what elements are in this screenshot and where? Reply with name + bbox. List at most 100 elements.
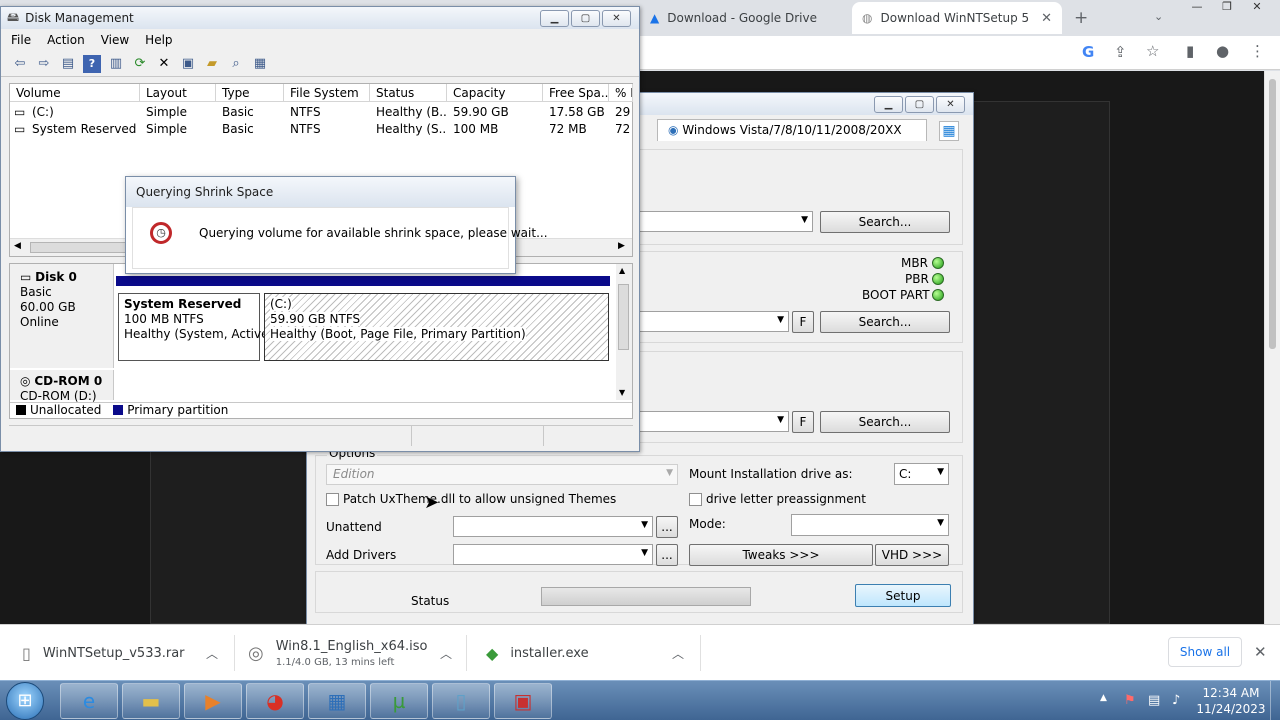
chevron-up-icon[interactable]: ︿ (440, 645, 452, 662)
chrome-tab-google-drive[interactable]: ▲ Download - Google Drive (640, 2, 850, 34)
mode-combo[interactable]: ▼ (791, 514, 949, 536)
column-header-file-system[interactable]: File System (284, 84, 370, 102)
partition-c[interactable]: (C:) 59.90 GB NTFS Healthy (Boot, Page F… (264, 293, 609, 361)
minimize-icon[interactable]: ▁ (540, 10, 569, 27)
show-hidden-icons-icon[interactable]: ▲ (1100, 693, 1107, 703)
chrome-tab-winntsetup[interactable]: ◍ Download WinNTSetup 5.3 ✕ (852, 2, 1062, 34)
download-item-win81-iso[interactable]: ◎ Win8.1_English_x64.iso 1.1/4.0 GB, 13 … (248, 625, 448, 681)
start-button[interactable]: ⊞ (6, 682, 44, 720)
delete-icon[interactable]: ✕ (155, 55, 173, 73)
new-tab-button[interactable]: + (1074, 8, 1088, 28)
new-volume-icon[interactable]: ▣ (179, 55, 197, 73)
column-header-percent-free[interactable]: % F (609, 84, 633, 102)
disk-0-label[interactable]: ▭ Disk 0 Basic 60.00 GB Online (10, 264, 114, 368)
column-header-free-space[interactable]: Free Spa... (543, 84, 609, 102)
restore-icon[interactable]: ❐ (1212, 0, 1242, 18)
column-header-type[interactable]: Type (216, 84, 284, 102)
search-button-3[interactable]: Search... (820, 411, 950, 433)
table-row[interactable]: ▭ (C:) Simple Basic NTFS Healthy (B... 5… (10, 104, 632, 121)
menu-help[interactable]: Help (145, 33, 172, 47)
menu-view[interactable]: View (101, 33, 129, 47)
chevron-up-icon[interactable]: ︿ (206, 645, 218, 662)
utorrent-icon[interactable]: µ (370, 683, 428, 719)
show-desktop-button[interactable] (1270, 681, 1280, 720)
close-tab-icon[interactable]: ✕ (1041, 11, 1052, 26)
search-button-1[interactable]: Search... (820, 211, 950, 233)
control-panel-icon[interactable]: ▦ (308, 683, 366, 719)
maximize-icon[interactable]: ▢ (571, 10, 600, 27)
table-row[interactable]: ▭ System Reserved Simple Basic NTFS Heal… (10, 121, 632, 138)
minimize-icon[interactable]: ▁ (874, 96, 903, 113)
cdrom-label[interactable]: ◎ CD-ROM 0 CD-ROM (D:) (10, 370, 114, 403)
maximize-icon[interactable]: ▢ (905, 96, 934, 113)
download-item-installer[interactable]: ◆ installer.exe (486, 625, 666, 681)
scrollbar-thumb[interactable] (618, 284, 629, 350)
disk-management-taskbar-icon[interactable]: ▣ (494, 683, 552, 719)
network-icon[interactable]: ▤ (1148, 693, 1160, 708)
partition-system-reserved[interactable]: System Reserved 100 MB NTFS Healthy (Sys… (118, 293, 272, 361)
chevron-up-icon[interactable]: ︿ (672, 645, 684, 662)
action-center-icon[interactable]: ⚑ (1124, 693, 1136, 708)
menu-action[interactable]: Action (47, 33, 85, 47)
tab-windows-vista[interactable]: ◉ Windows Vista/7/8/10/11/2008/20XX (657, 119, 927, 141)
back-arrow-icon[interactable]: ⇦ (11, 55, 29, 73)
search-button-2[interactable]: Search... (820, 311, 950, 333)
search-icon[interactable]: ⌕ (227, 55, 245, 73)
drive-letter-checkbox[interactable] (689, 493, 702, 506)
edition-combo[interactable]: Edition ▼ (326, 464, 678, 485)
volume-icon[interactable]: ♪ (1172, 693, 1180, 708)
vertical-scrollbar[interactable]: ▲ ▼ (616, 264, 632, 400)
scroll-left-icon[interactable]: ◀ (14, 241, 21, 251)
forward-arrow-icon[interactable]: ⇨ (35, 55, 53, 73)
file-explorer-icon[interactable]: ▬ (122, 683, 180, 719)
profile-icon[interactable]: ● (1216, 42, 1229, 60)
bookmark-star-icon[interactable]: ☆ (1146, 42, 1159, 60)
tweaks-button[interactable]: Tweaks >>> (689, 544, 873, 566)
close-icon[interactable]: ✕ (602, 10, 631, 27)
tab-search-icon[interactable]: ⌄ (1154, 10, 1163, 23)
share-icon[interactable]: ⇪ (1114, 43, 1127, 61)
page-scrollbar[interactable] (1264, 71, 1280, 624)
unattend-combo[interactable]: ▼ (453, 516, 653, 537)
close-download-bar-icon[interactable]: ✕ (1254, 643, 1267, 661)
column-header-capacity[interactable]: Capacity (447, 84, 543, 102)
scrollbar-thumb[interactable] (30, 242, 130, 253)
scroll-down-icon[interactable]: ▼ (619, 388, 625, 397)
vhd-button[interactable]: VHD >>> (875, 544, 949, 566)
properties-icon[interactable]: ▥ (107, 55, 125, 73)
media-player-icon[interactable]: ▶ (184, 683, 242, 719)
show-hide-tree-icon[interactable]: ▤ (59, 55, 77, 73)
open-folder-icon[interactable]: ▰ (203, 55, 221, 73)
patch-uxtheme-checkbox[interactable] (326, 493, 339, 506)
menu-icon[interactable]: ⋮ (1250, 42, 1265, 60)
scrollbar-thumb[interactable] (1269, 79, 1276, 349)
close-icon[interactable]: ✕ (936, 96, 965, 113)
scroll-right-icon[interactable]: ▶ (618, 241, 625, 251)
windows-logo-icon[interactable]: ▦ (939, 121, 959, 141)
scroll-up-icon[interactable]: ▲ (619, 266, 625, 275)
google-icon[interactable]: G (1082, 43, 1094, 61)
column-header-volume[interactable]: Volume (10, 84, 140, 102)
format-install-button[interactable]: F (792, 411, 814, 433)
internet-explorer-icon[interactable]: e (60, 683, 118, 719)
close-icon[interactable]: ✕ (1242, 0, 1272, 18)
unattend-browse-button[interactable]: ... (656, 516, 678, 538)
add-drivers-combo[interactable]: ▼ (453, 544, 653, 565)
menu-file[interactable]: File (11, 33, 31, 47)
help-icon[interactable]: ? (83, 54, 101, 73)
mount-drive-combo[interactable]: C: ▼ (894, 463, 949, 485)
winntsetup-taskbar-icon[interactable]: ▯ (432, 683, 490, 719)
clock[interactable]: 12:34 AM 11/24/2023 (1196, 685, 1266, 717)
add-drivers-browse-button[interactable]: ... (656, 544, 678, 566)
column-header-status[interactable]: Status (370, 84, 447, 102)
minimize-icon[interactable]: — (1182, 0, 1212, 18)
setup-button[interactable]: Setup (855, 584, 951, 607)
chrome-icon[interactable]: ◕ (246, 683, 304, 719)
column-header-layout[interactable]: Layout (140, 84, 216, 102)
download-item-winntsetup[interactable]: ▯ WinNTSetup_v533.rar (22, 625, 222, 681)
disk-view-icon[interactable]: ▦ (251, 55, 269, 73)
side-panel-icon[interactable]: ▮ (1186, 42, 1194, 60)
show-all-button[interactable]: Show all (1168, 637, 1242, 667)
refresh-icon[interactable]: ⟳ (131, 55, 149, 73)
format-boot-button[interactable]: F (792, 311, 814, 333)
